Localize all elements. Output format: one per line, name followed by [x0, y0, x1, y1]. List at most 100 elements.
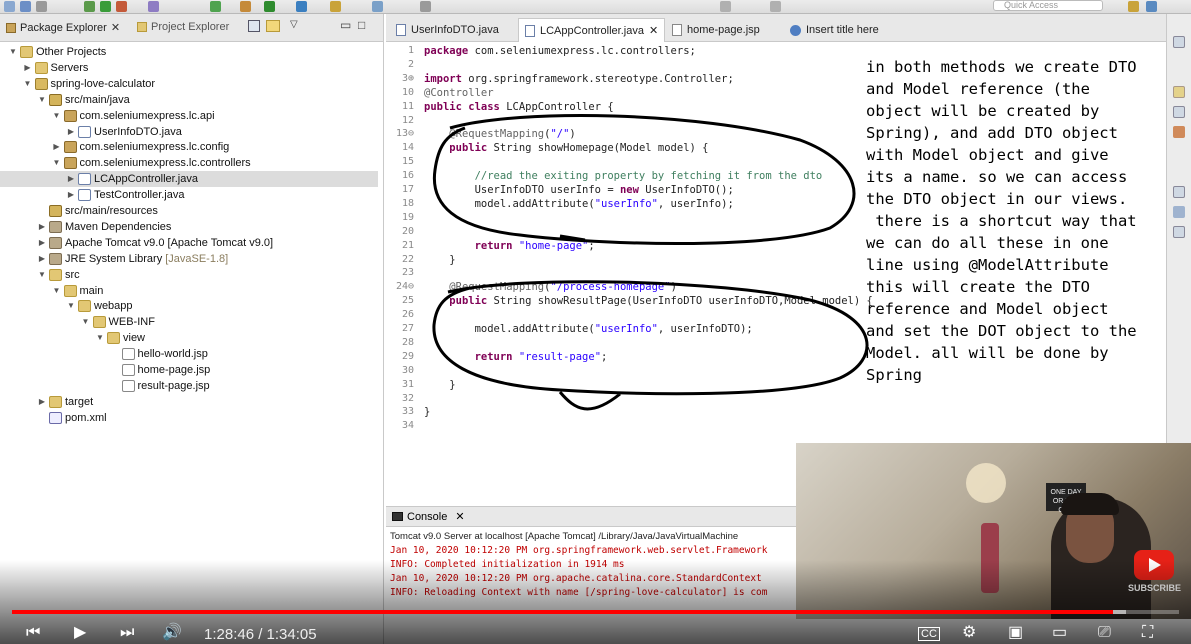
console-panel: Console ✕ Tomcat v9.0 Server at localhos…	[386, 506, 798, 610]
expanded-arrow-icon[interactable]: ▼	[66, 298, 76, 314]
collapsed-arrow-icon[interactable]: ▶	[66, 171, 76, 187]
progress-bar[interactable]	[12, 610, 1179, 614]
tree-item[interactable]: ▶ JRE System Library [JavaSE-1.8]	[0, 251, 378, 267]
captions-icon[interactable]: CC	[918, 627, 940, 641]
java-file-icon	[396, 24, 406, 36]
tree-item[interactable]: ▼ com.seleniumexpress.lc.api	[0, 108, 378, 124]
miniplayer-icon[interactable]: ▣	[1008, 624, 1023, 642]
collapsed-arrow-icon[interactable]: ▶	[37, 394, 47, 410]
forward-icon[interactable]	[770, 1, 781, 12]
tree-item[interactable]: ▶ Maven Dependencies	[0, 219, 378, 235]
open-task-icon[interactable]	[372, 1, 383, 12]
git-icon[interactable]	[1173, 126, 1185, 138]
view-menu-icon[interactable]: ▽	[290, 19, 298, 30]
tree-item[interactable]: ▼ spring-love-calculator	[0, 76, 378, 92]
expanded-arrow-icon[interactable]: ▼	[52, 283, 62, 299]
close-icon[interactable]: ✕	[111, 21, 120, 34]
run-as-icon[interactable]	[264, 1, 275, 12]
server-icon[interactable]	[116, 1, 127, 12]
external-tools-icon[interactable]	[240, 1, 251, 12]
expanded-arrow-icon[interactable]: ▼	[37, 92, 47, 108]
collapsed-arrow-icon[interactable]: ▶	[37, 251, 47, 267]
outline-icon[interactable]	[1173, 86, 1185, 98]
quick-access-input[interactable]: Quick Access	[993, 0, 1103, 11]
tree-item[interactable]: pom.xml	[0, 410, 378, 426]
line-number: 20	[401, 225, 414, 237]
java-perspective-icon[interactable]	[1128, 1, 1139, 12]
volume-icon[interactable]: 🔊	[162, 624, 182, 642]
tree-item[interactable]: ▶ Servers	[0, 60, 378, 76]
tree-item[interactable]: ▼ src/main/java	[0, 92, 378, 108]
tree-item[interactable]: ▼ main	[0, 283, 378, 299]
close-icon[interactable]: ✕	[455, 510, 464, 523]
collapsed-arrow-icon[interactable]: ▶	[37, 235, 47, 251]
close-icon[interactable]: ✕	[649, 24, 658, 37]
next-icon[interactable]: ⏭	[120, 624, 134, 642]
expanded-arrow-icon[interactable]: ▼	[95, 330, 105, 346]
collapse-all-icon[interactable]	[248, 20, 260, 32]
new-class-icon[interactable]	[296, 1, 307, 12]
collapsed-arrow-icon[interactable]: ▶	[23, 60, 33, 76]
expanded-arrow-icon[interactable]: ▼	[37, 267, 47, 283]
tab-package-explorer[interactable]: Package Explorer ✕	[6, 21, 120, 34]
new-file-icon[interactable]	[4, 1, 15, 12]
tree-item[interactable]: ▶ UserInfoDTO.java	[0, 124, 378, 140]
tree-item[interactable]: ▼ Other Projects	[0, 44, 378, 60]
tree-item[interactable]: ▼ src	[0, 267, 378, 283]
collapsed-arrow-icon[interactable]: ▶	[37, 219, 47, 235]
fullscreen-icon[interactable]: ⛶	[1142, 624, 1153, 642]
collapsed-arrow-icon[interactable]: ▶	[52, 139, 62, 155]
debug-perspective-icon[interactable]	[1146, 1, 1157, 12]
tree-item[interactable]: src/main/resources	[0, 203, 378, 219]
tree-item[interactable]: ▶ TestController.java	[0, 187, 378, 203]
tab-lcappcontroller-java[interactable]: LCAppController.java ✕	[518, 18, 666, 42]
tree-item[interactable]: ▶ com.seleniumexpress.lc.config	[0, 139, 378, 155]
expanded-arrow-icon[interactable]: ▼	[52, 108, 62, 124]
subscribe-button[interactable]: SUBSCRIBE	[1128, 548, 1181, 598]
tree-item[interactable]: ▼ WEB-INF	[0, 314, 378, 330]
expanded-arrow-icon[interactable]: ▼	[81, 314, 91, 330]
tab-userinfodto-java[interactable]: UserInfoDTO.java	[390, 18, 505, 42]
search-icon[interactable]	[148, 1, 159, 12]
run-icon[interactable]	[100, 1, 111, 12]
tree-item[interactable]: ▶ Apache Tomcat v9.0 [Apache Tomcat v9.0]	[0, 235, 378, 251]
open-type-icon[interactable]	[330, 1, 341, 12]
line-number: 15	[401, 156, 414, 168]
tree-item[interactable]: ▼ webapp	[0, 298, 378, 314]
expanded-arrow-icon[interactable]: ▼	[23, 76, 33, 92]
refresh-icon[interactable]	[210, 1, 221, 12]
settings-icon[interactable]: ⚙	[962, 624, 976, 642]
minimize-icon[interactable]: ▭	[340, 18, 351, 32]
save-icon[interactable]	[20, 1, 31, 12]
tab-console[interactable]: Console ✕	[386, 507, 798, 527]
expanded-arrow-icon[interactable]: ▼	[52, 155, 62, 171]
expanded-arrow-icon[interactable]: ▼	[8, 44, 18, 60]
theater-mode-icon[interactable]: ▭	[1052, 624, 1067, 642]
tab-project-explorer[interactable]: Project Explorer	[137, 21, 229, 33]
play-icon[interactable]: ▶	[74, 624, 86, 642]
back-icon[interactable]	[720, 1, 731, 12]
previous-icon[interactable]: ⏮	[26, 624, 40, 642]
servers-icon[interactable]	[1173, 206, 1185, 218]
task-list-icon[interactable]	[1173, 106, 1185, 118]
tree-item[interactable]: ▼ com.seleniumexpress.lc.controllers	[0, 155, 378, 171]
tab-insert-title-here[interactable]: Insert title here	[784, 18, 885, 42]
collapsed-arrow-icon[interactable]: ▶	[66, 187, 76, 203]
cast-icon[interactable]: ⎚	[1098, 624, 1111, 642]
collapsed-arrow-icon[interactable]: ▶	[66, 124, 76, 140]
tree-item[interactable]: result-page.jsp	[0, 378, 378, 394]
restore-icon[interactable]	[1173, 36, 1185, 48]
debug-icon[interactable]	[84, 1, 95, 12]
tree-item[interactable]: ▼ view	[0, 330, 378, 346]
tree-item[interactable]: home-page.jsp	[0, 362, 378, 378]
maximize-icon[interactable]: □	[358, 18, 365, 32]
tree-item[interactable]: ▶ target	[0, 394, 378, 410]
properties-icon[interactable]	[1173, 226, 1185, 238]
print-icon[interactable]	[36, 1, 47, 12]
tree-item[interactable]: ▶ LCAppController.java	[0, 171, 378, 188]
link-with-editor-icon[interactable]	[266, 20, 280, 32]
next-annotation-icon[interactable]	[420, 1, 431, 12]
problems-icon[interactable]	[1173, 186, 1185, 198]
tab-home-page-jsp[interactable]: home-page.jsp	[666, 18, 766, 42]
tree-item[interactable]: hello-world.jsp	[0, 346, 378, 362]
